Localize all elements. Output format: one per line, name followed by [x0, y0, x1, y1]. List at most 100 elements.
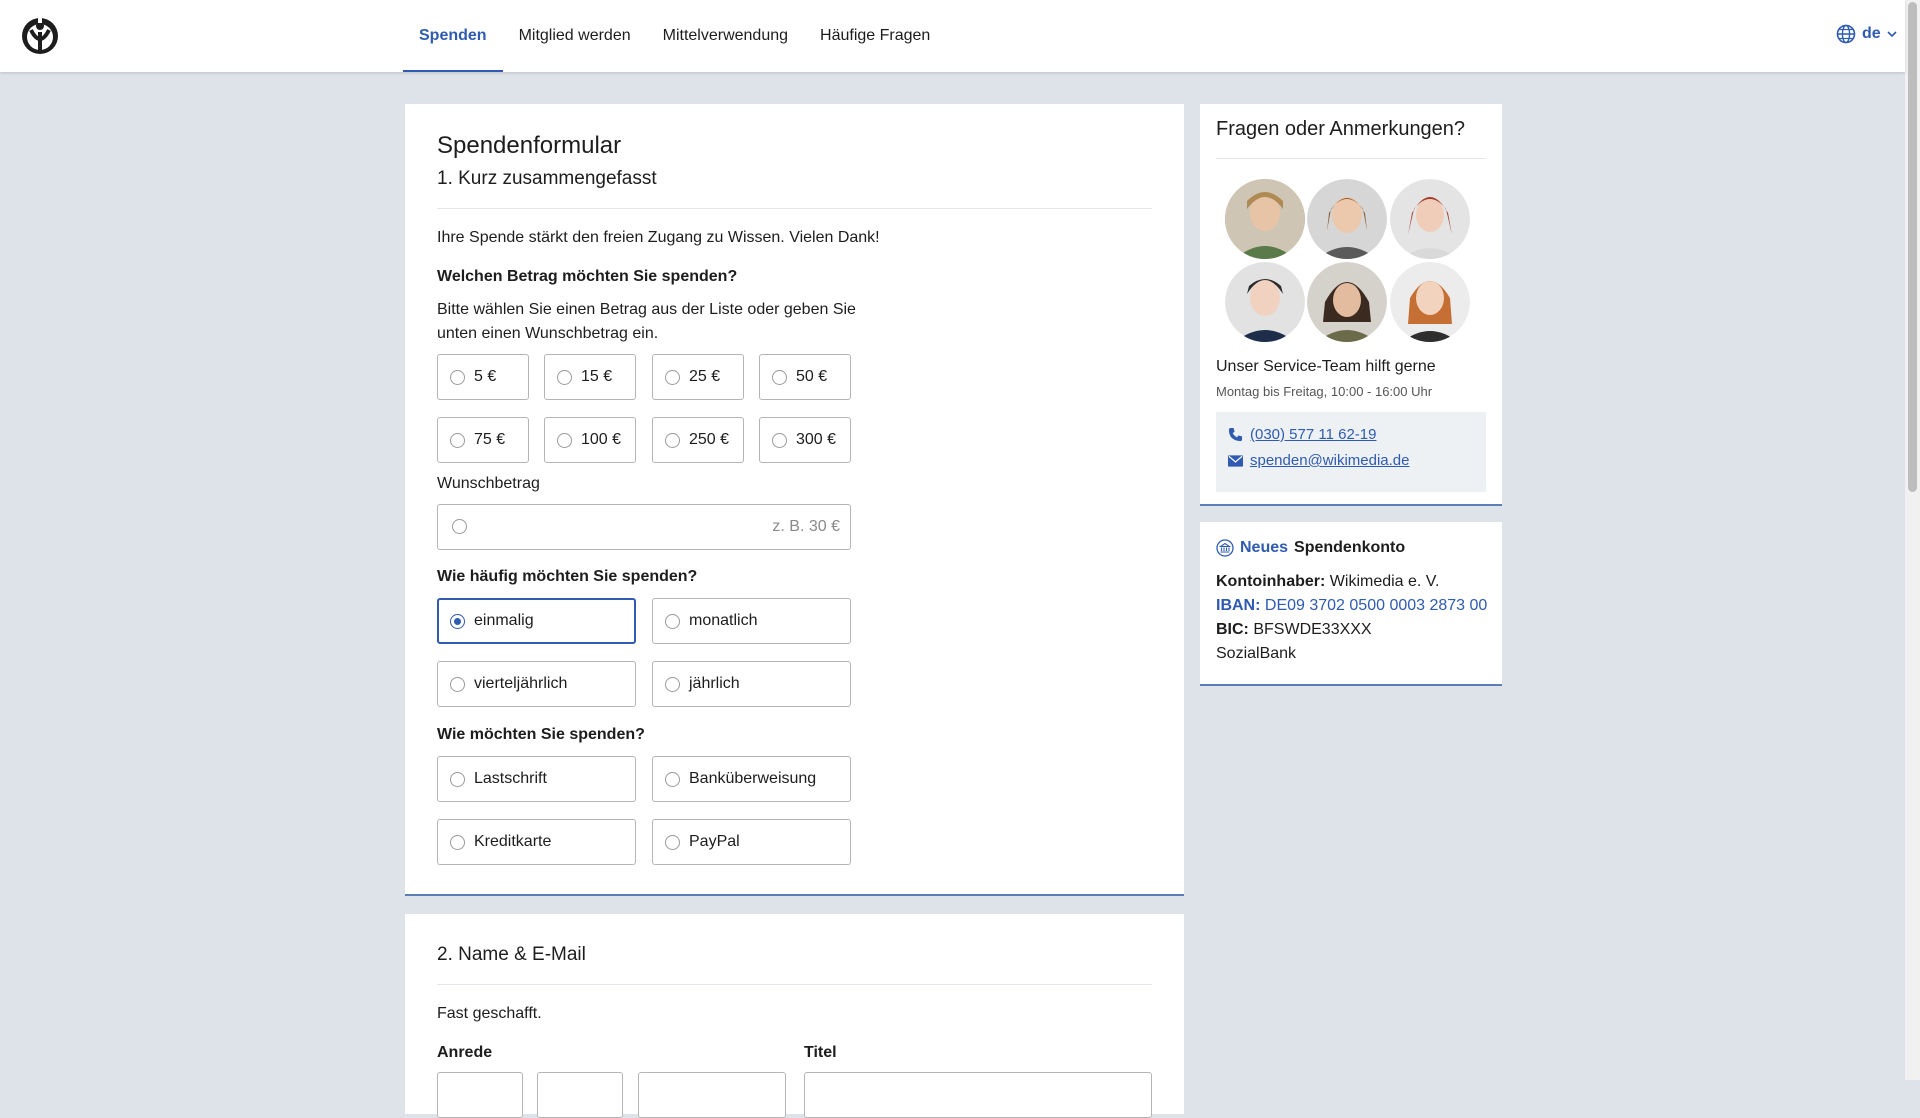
amount-option-25[interactable]: 25 € — [652, 354, 744, 400]
radio-button[interactable] — [772, 432, 787, 448]
radio-button[interactable] — [450, 432, 465, 448]
nav-haeufige-fragen[interactable]: Häufige Fragen — [804, 0, 946, 72]
amount-option-label: 50 € — [796, 368, 828, 385]
payment-option-kreditkarte[interactable]: Kreditkarte — [437, 819, 636, 865]
bic-value: BFSWDE33XXX — [1253, 621, 1372, 638]
phone-icon — [1228, 427, 1243, 442]
payment-option-paypal[interactable]: PayPal — [652, 819, 851, 865]
nav-mittelverwendung[interactable]: Mittelverwendung — [647, 0, 804, 72]
amount-option-label: 15 € — [581, 368, 613, 385]
interval-option-label: einmalig — [474, 612, 534, 629]
phone-line: (030) 577 11 62-19 — [1228, 426, 1376, 443]
amount-option-label: 300 € — [796, 431, 837, 448]
divider — [437, 208, 1152, 209]
radio-button[interactable] — [665, 834, 680, 850]
payment-option-label: PayPal — [689, 833, 740, 850]
iban-label: IBAN: — [1216, 597, 1261, 614]
amount-option-label: 75 € — [474, 431, 506, 448]
amount-option-label: 5 € — [474, 368, 497, 385]
nav-spenden[interactable]: Spenden — [403, 0, 503, 72]
amount-option-label: 25 € — [689, 368, 721, 385]
amount-option-label: 100 € — [581, 431, 622, 448]
title-select[interactable] — [804, 1072, 1152, 1118]
contact-card: Fragen oder Anmerkungen? Unser Service-T… — [1200, 104, 1502, 506]
donation-form-card: Spendenformular 1. Kurz zusammengefasst … — [405, 104, 1184, 896]
divider — [437, 984, 1152, 985]
payment-option-label: Kreditkarte — [474, 833, 552, 850]
radio-button[interactable] — [452, 519, 467, 534]
amount-option-300[interactable]: 300 € — [759, 417, 851, 463]
interval-option-jaehrlich[interactable]: jährlich — [652, 661, 851, 707]
email-line: spenden@wikimedia.de — [1228, 452, 1410, 469]
radio-button[interactable] — [665, 432, 680, 448]
language-switcher[interactable]: de — [1836, 24, 1897, 44]
amount-option-5[interactable]: 5 € — [437, 354, 529, 400]
radio-button[interactable] — [557, 369, 572, 385]
radio-button[interactable] — [450, 676, 465, 692]
team-avatar — [1307, 179, 1387, 259]
bank-icon — [1216, 539, 1234, 557]
payment-option-bankueberweisung[interactable]: Banküberweisung — [652, 756, 851, 802]
payment-option-lastschrift[interactable]: Lastschrift — [437, 756, 636, 802]
service-hours: Montag bis Freitag, 10:00 - 16:00 Uhr — [1216, 384, 1433, 399]
radio-button[interactable] — [557, 432, 572, 448]
amount-help-line-2: unten einen Wunschbetrag ein. — [437, 325, 659, 342]
section-2-title: 2. Name & E-Mail — [437, 944, 586, 965]
amount-help-line-1: Bitte wählen Sie einen Betrag aus der Li… — [437, 301, 856, 318]
contact-box: (030) 577 11 62-19 spenden@wikimedia.de — [1216, 412, 1486, 492]
team-avatar — [1225, 179, 1305, 259]
wish-amount-field[interactable] — [437, 504, 851, 550]
mail-icon — [1228, 454, 1243, 467]
interval-option-monatlich[interactable]: monatlich — [652, 598, 851, 644]
email-link[interactable]: spenden@wikimedia.de — [1250, 452, 1410, 469]
radio-button[interactable] — [665, 676, 680, 692]
questions-title: Fragen oder Anmerkungen? — [1216, 118, 1466, 140]
amount-option-50[interactable]: 50 € — [759, 354, 851, 400]
page-scrollbar[interactable] — [1905, 0, 1920, 1080]
radio-button-selected[interactable] — [450, 613, 465, 629]
amount-option-250[interactable]: 250 € — [652, 417, 744, 463]
radio-button[interactable] — [450, 369, 465, 385]
interval-option-einmalig[interactable]: einmalig — [437, 598, 636, 644]
radio-button[interactable] — [772, 369, 787, 385]
amount-option-100[interactable]: 100 € — [544, 417, 636, 463]
interval-option-vierteljaehrlich[interactable]: vierteljährlich — [437, 661, 636, 707]
salutation-option[interactable] — [537, 1072, 623, 1118]
amount-option-75[interactable]: 75 € — [437, 417, 529, 463]
iban-value[interactable]: DE09 3702 0500 0003 2873 00 — [1265, 597, 1487, 614]
bic-line: BIC: BFSWDE33XXX — [1216, 621, 1372, 639]
radio-button[interactable] — [665, 369, 680, 385]
intro-text: Ihre Spende stärkt den freien Zugang zu … — [437, 229, 880, 246]
scrollbar-thumb[interactable] — [1908, 2, 1917, 492]
radio-button[interactable] — [665, 613, 680, 629]
chevron-down-icon — [1887, 31, 1897, 38]
wish-amount-input[interactable] — [482, 513, 842, 541]
salutation-option[interactable] — [638, 1072, 786, 1118]
section-1-title: 1. Kurz zusammengefasst — [437, 168, 657, 189]
iban-line: IBAN: DE09 3702 0500 0003 2873 00 — [1216, 597, 1487, 615]
title-label: Titel — [804, 1044, 837, 1061]
nav-mitglied-werden[interactable]: Mitglied werden — [503, 0, 647, 72]
radio-button[interactable] — [665, 771, 680, 787]
account-new-label: Neues — [1240, 539, 1289, 556]
account-heading: Neues Spendenkonto — [1216, 539, 1405, 557]
interval-option-label: vierteljährlich — [474, 675, 568, 692]
globe-icon — [1836, 24, 1856, 44]
radio-button[interactable] — [450, 771, 465, 787]
radio-button[interactable] — [450, 834, 465, 850]
service-team-text: Unser Service-Team hilft gerne — [1216, 358, 1436, 375]
account-holder-line: Kontoinhaber: Wikimedia e. V. — [1216, 573, 1439, 591]
salutation-option[interactable] — [437, 1072, 523, 1118]
team-avatar — [1225, 262, 1305, 342]
amount-option-15[interactable]: 15 € — [544, 354, 636, 400]
phone-link[interactable]: (030) 577 11 62-19 — [1250, 426, 1376, 443]
bank-account-card: Neues Spendenkonto Kontoinhaber: Wikimed… — [1200, 522, 1502, 686]
account-title: Spendenkonto — [1294, 539, 1406, 556]
payment-option-label: Lastschrift — [474, 770, 547, 787]
salutation-label: Anrede — [437, 1044, 493, 1061]
name-email-card: 2. Name & E-Mail Fast geschafft. Anrede … — [405, 914, 1184, 1118]
wikimedia-logo-icon[interactable] — [20, 16, 60, 56]
bic-label: BIC: — [1216, 621, 1249, 638]
amount-option-label: 250 € — [689, 431, 730, 448]
divider — [1216, 158, 1486, 159]
